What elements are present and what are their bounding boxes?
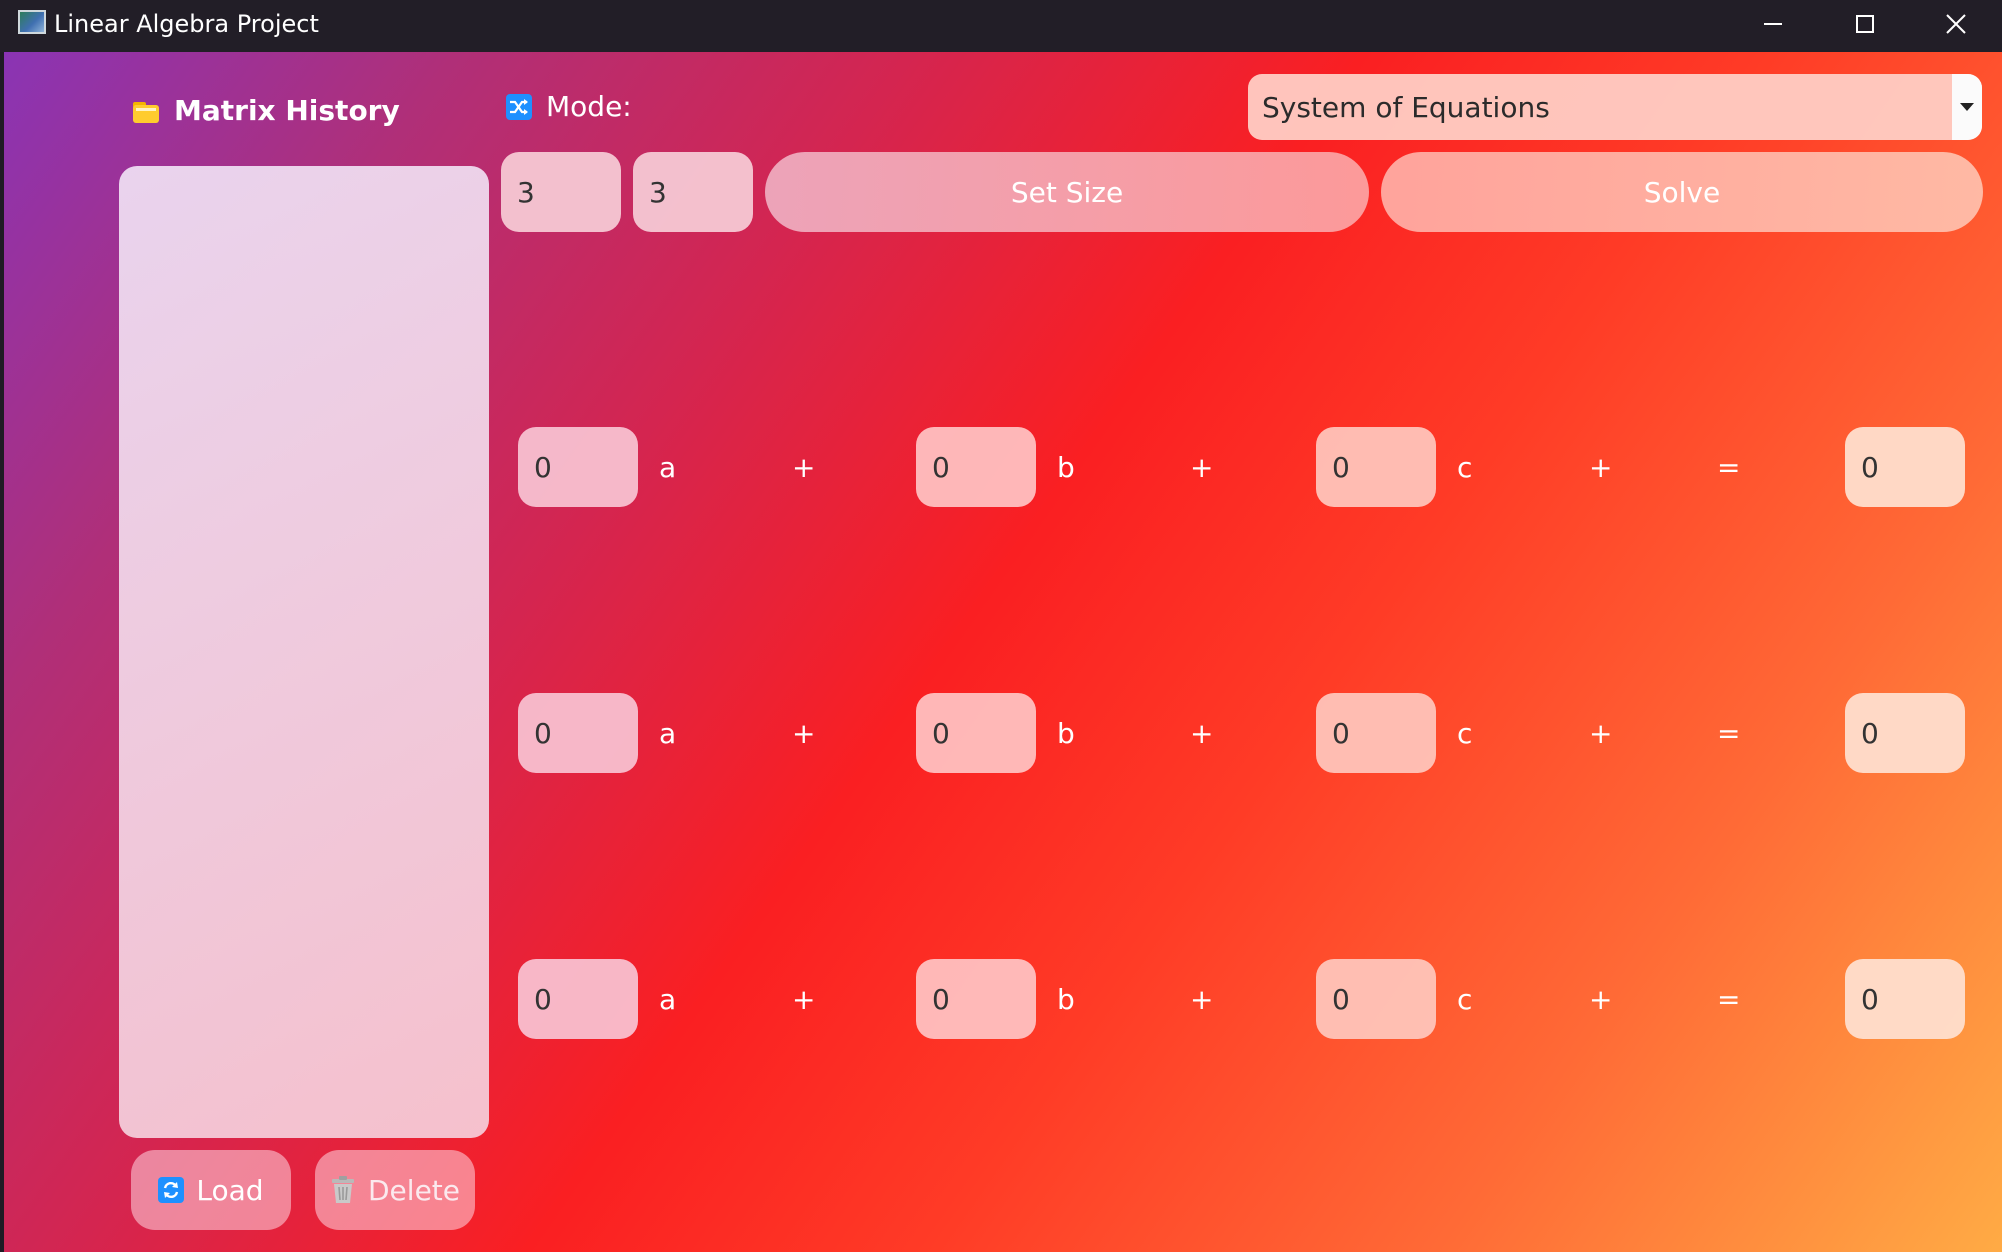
coefficient-a-input[interactable]: 0 [518,427,638,507]
equals-sign: = [1717,982,1741,1016]
variable-c-label: c [1457,982,1473,1016]
history-title: Matrix History [174,94,400,127]
plus-sign: + [1190,450,1214,484]
minimize-icon [1764,23,1782,25]
variable-a-label: a [659,982,677,1016]
set-size-button[interactable]: Set Size [765,152,1369,232]
window-title: Linear Algebra Project [54,10,319,38]
chevron-down-icon[interactable] [1952,74,1982,140]
coefficient-b-input[interactable]: 0 [916,693,1036,773]
cols-input[interactable]: 3 [633,152,753,232]
load-label: Load [196,1173,264,1207]
coefficient-b-input[interactable]: 0 [916,959,1036,1039]
variable-c-label: c [1457,716,1473,750]
equation-row: 0 a + 0 b + 0 c + = 0 [4,693,2002,773]
coefficient-a-input[interactable]: 0 [518,959,638,1039]
minimize-button[interactable] [1727,0,1819,48]
plus-sign: + [1589,450,1613,484]
equals-sign: = [1717,716,1741,750]
plus-sign: + [1589,982,1613,1016]
shuffle-icon [506,93,532,120]
coefficient-a-input[interactable]: 0 [518,693,638,773]
coefficient-c-input[interactable]: 0 [1316,427,1436,507]
maximize-icon [1856,15,1874,33]
variable-b-label: b [1057,450,1075,484]
mode-select-value: System of Equations [1262,90,1550,124]
load-button[interactable]: Load [131,1150,291,1230]
coefficient-b-input[interactable]: 0 [916,427,1036,507]
mode-label: Mode: [546,90,632,123]
history-header: Matrix History [132,94,400,127]
variable-c-label: c [1457,450,1473,484]
constant-input[interactable]: 0 [1845,959,1965,1039]
close-button[interactable] [1910,0,2002,48]
variable-a-label: a [659,716,677,750]
plus-sign: + [1190,716,1214,750]
equation-row: 0 a + 0 b + 0 c + = 0 [4,427,2002,507]
coefficient-c-input[interactable]: 0 [1316,693,1436,773]
plus-sign: + [792,716,816,750]
main-content: Matrix History Load Delete Mode: System … [4,52,2002,1252]
constant-input[interactable]: 0 [1845,693,1965,773]
constant-input[interactable]: 0 [1845,427,1965,507]
equation-row: 0 a + 0 b + 0 c + = 0 [4,959,2002,1039]
delete-label: Delete [368,1173,460,1207]
close-icon [1946,14,1966,34]
equals-sign: = [1717,450,1741,484]
plus-sign: + [792,450,816,484]
trash-icon [330,1176,356,1204]
variable-a-label: a [659,450,677,484]
variable-b-label: b [1057,982,1075,1016]
app-window-icon [18,10,46,34]
mode-select[interactable]: System of Equations [1248,74,1982,140]
plus-sign: + [1190,982,1214,1016]
maximize-button[interactable] [1819,0,1911,48]
variable-b-label: b [1057,716,1075,750]
rows-input[interactable]: 3 [501,152,621,232]
folder-icon [132,99,160,123]
solve-button[interactable]: Solve [1381,152,1983,232]
refresh-icon [158,1177,185,1203]
delete-button[interactable]: Delete [315,1150,475,1230]
coefficient-c-input[interactable]: 0 [1316,959,1436,1039]
title-bar: Linear Algebra Project [0,0,2002,52]
app-window: Linear Algebra Project Matrix History Lo… [0,0,2002,1252]
plus-sign: + [1589,716,1613,750]
plus-sign: + [792,982,816,1016]
mode-label-group: Mode: [506,90,632,123]
